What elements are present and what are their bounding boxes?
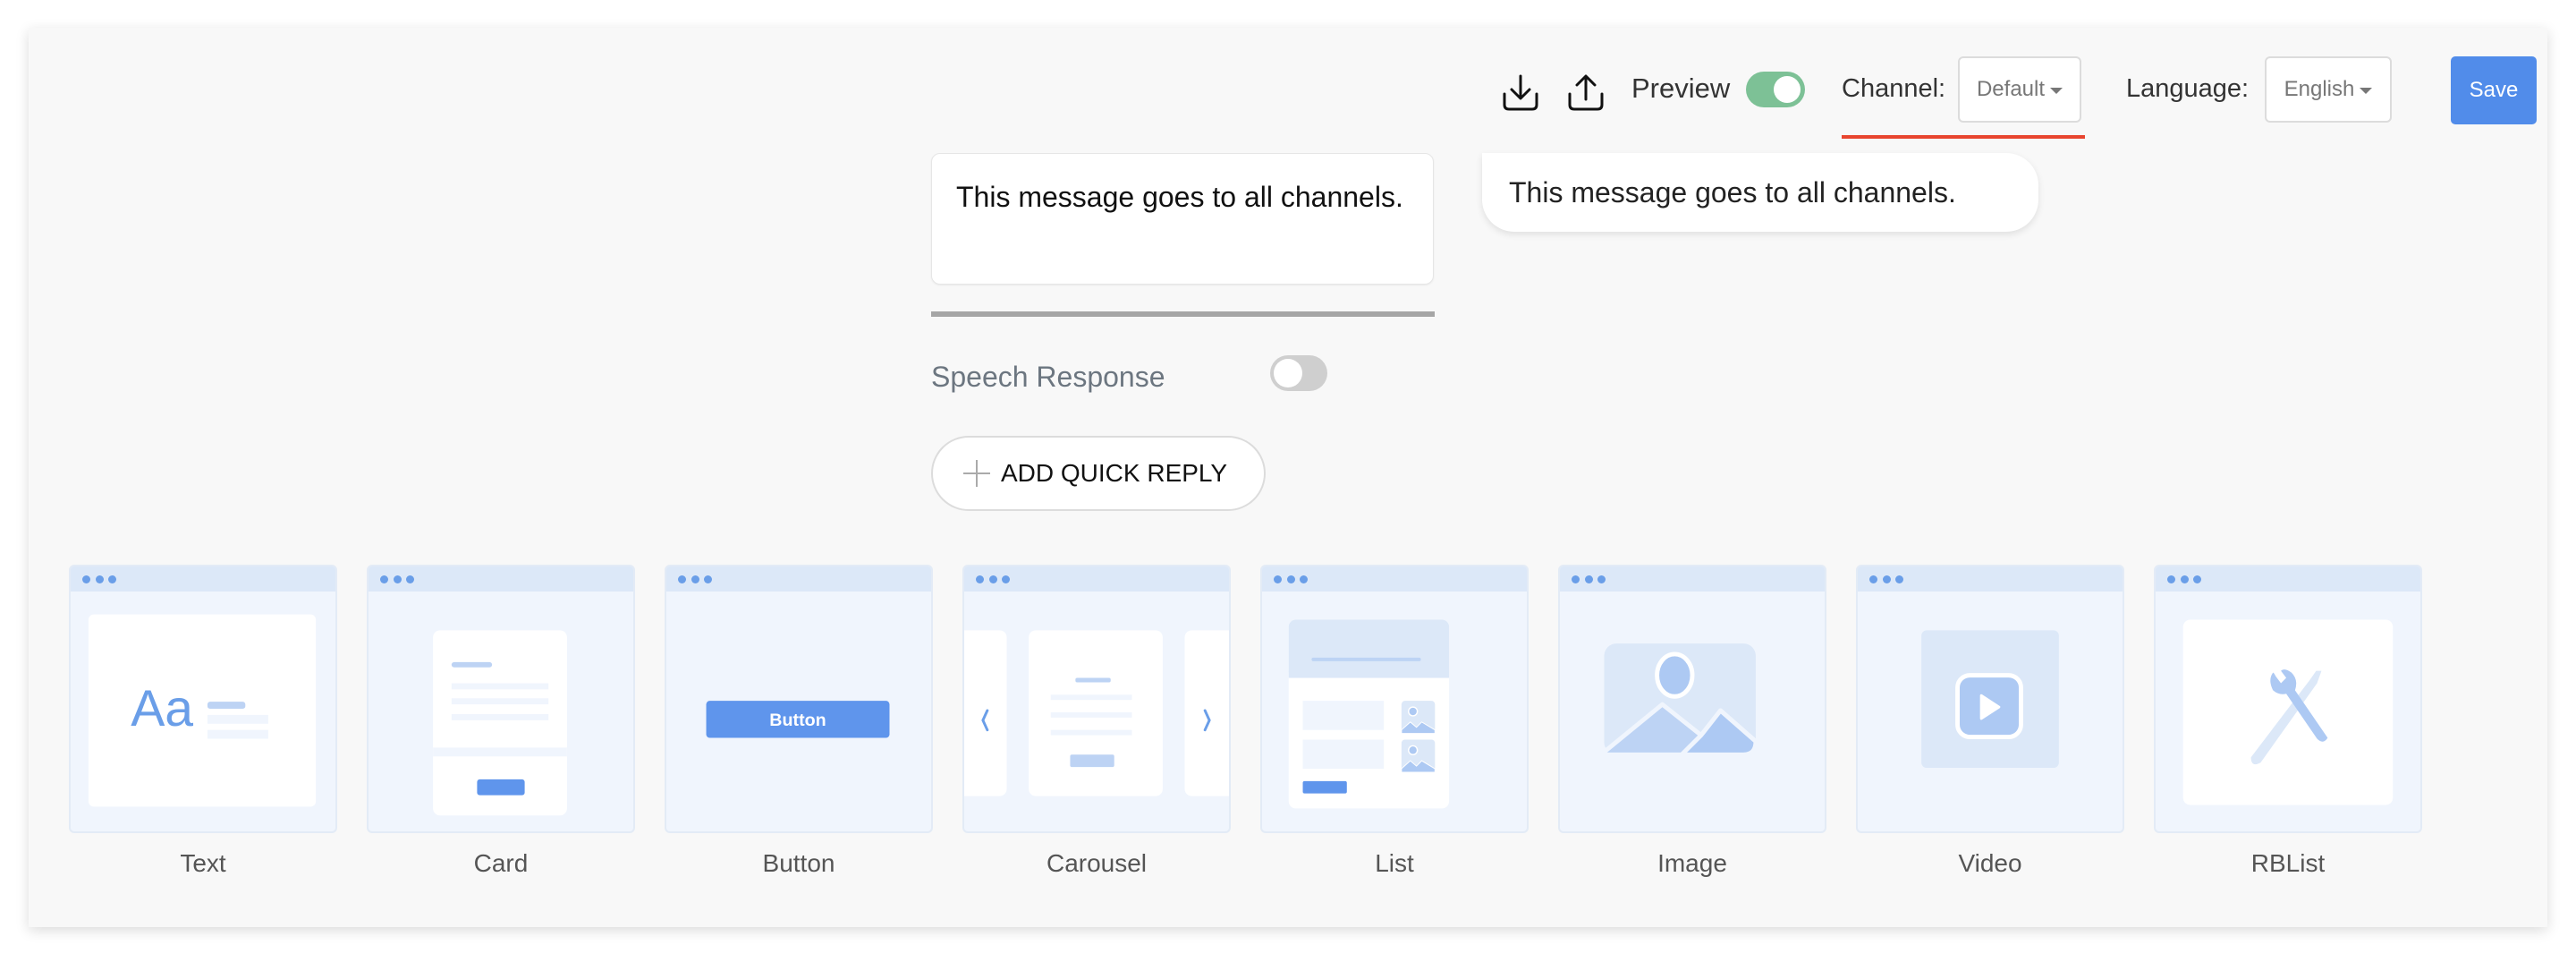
window-dot-icon (1883, 575, 1891, 583)
template-label: Text (180, 849, 226, 877)
window-dot-icon (976, 575, 984, 583)
window-dot-icon (1597, 575, 1606, 583)
window-dot-icon (691, 575, 699, 583)
channel-label: Channel: (1842, 74, 1946, 103)
rblist-template-icon (2182, 619, 2394, 805)
message-text-input[interactable]: This message goes to all channels. (931, 153, 1434, 285)
language-value: English (2284, 77, 2355, 101)
template-label: List (1375, 849, 1414, 877)
add-quick-reply-label: ADD QUICK REPLY (1001, 459, 1228, 487)
window-dot-icon (82, 575, 90, 583)
video-template-icon (1921, 630, 2059, 769)
window-dot-icon (2167, 575, 2175, 583)
template-label: Card (473, 849, 529, 877)
preview-toggle[interactable] (1746, 72, 1805, 107)
window-dot-icon (1287, 575, 1295, 583)
editor-divider (931, 311, 1435, 317)
template-video[interactable]: Video (1856, 565, 2124, 878)
template-frame (1558, 565, 1826, 833)
list-template-icon (1288, 619, 1450, 809)
window-dot-icon (2193, 575, 2201, 583)
window-dots (71, 566, 335, 592)
toolbar: Preview Channel: Default Language: Engli… (29, 28, 2547, 153)
channel-select[interactable]: Default (1958, 56, 2081, 123)
template-rblist[interactable]: RBList (2154, 565, 2422, 878)
card-template-icon (433, 630, 567, 816)
response-editor-panel: Preview Channel: Default Language: Engli… (29, 28, 2547, 927)
template-card[interactable]: Card (367, 565, 635, 878)
caret-down-icon (2050, 87, 2063, 94)
download-button[interactable] (1499, 71, 1542, 114)
language-label: Language: (2126, 74, 2250, 103)
template-frame (2154, 565, 2422, 833)
upload-icon (1568, 74, 1604, 111)
download-icon (1503, 74, 1538, 111)
speech-response-label: Speech Response (931, 361, 1165, 393)
add-quick-reply-button[interactable]: ADD QUICK REPLY (931, 436, 1266, 511)
template-carousel[interactable]: Carousel (962, 565, 1231, 878)
template-frame (1260, 565, 1529, 833)
window-dot-icon (96, 575, 104, 583)
speech-response-toggle[interactable] (1270, 355, 1327, 391)
text-template-icon: Aa (88, 614, 317, 807)
window-dot-icon (1300, 575, 1308, 583)
template-frame: Aa (69, 565, 337, 833)
window-dot-icon (704, 575, 712, 583)
language-select[interactable]: English (2265, 56, 2392, 123)
window-dot-icon (1585, 575, 1593, 583)
preview-label: Preview (1631, 72, 1731, 104)
toggle-knob (1774, 76, 1801, 103)
window-dots (1858, 566, 2123, 592)
channel-value: Default (1976, 77, 2046, 101)
window-dot-icon (1274, 575, 1282, 583)
caret-down-icon (2360, 87, 2373, 94)
image-template-icon (1602, 643, 1758, 757)
channel-underline (1842, 135, 2085, 139)
preview-message-bubble: This message goes to all channels. (1482, 153, 2038, 232)
button-glyph: Button (769, 711, 826, 730)
template-list[interactable]: List (1260, 565, 1529, 878)
window-dot-icon (380, 575, 388, 583)
template-button[interactable]: Button Button (665, 565, 933, 878)
upload-button[interactable] (1564, 71, 1607, 114)
window-dot-icon (2181, 575, 2189, 583)
window-dots (1262, 566, 1527, 592)
window-dot-icon (1895, 575, 1903, 583)
template-image[interactable]: Image (1558, 565, 1826, 878)
plus-icon (963, 460, 990, 487)
window-dot-icon (678, 575, 686, 583)
template-label: Carousel (1046, 849, 1148, 877)
window-dots (369, 566, 633, 592)
template-label: RBList (2250, 849, 2326, 877)
toggle-knob (1274, 359, 1302, 387)
window-dot-icon (406, 575, 414, 583)
window-dots (1560, 566, 1825, 592)
carousel-template-icon (964, 630, 1229, 796)
window-dot-icon (1572, 575, 1580, 583)
template-label: Image (1657, 849, 1727, 877)
template-frame (962, 565, 1231, 833)
save-button[interactable]: Save (2451, 56, 2537, 124)
template-frame: Button (665, 565, 933, 833)
template-label: Button (762, 849, 835, 877)
window-dot-icon (1002, 575, 1010, 583)
template-frame (367, 565, 635, 833)
window-dot-icon (1869, 575, 1877, 583)
window-dot-icon (989, 575, 997, 583)
window-dots (666, 566, 931, 592)
template-label: Video (1958, 849, 2022, 877)
template-text[interactable]: Aa Text (69, 565, 337, 878)
window-dot-icon (394, 575, 402, 583)
text-glyph: Aa (131, 680, 193, 737)
button-template-icon: Button (706, 701, 890, 738)
window-dots (2156, 566, 2420, 592)
window-dot-icon (108, 575, 116, 583)
template-frame (1856, 565, 2124, 833)
window-dots (964, 566, 1229, 592)
